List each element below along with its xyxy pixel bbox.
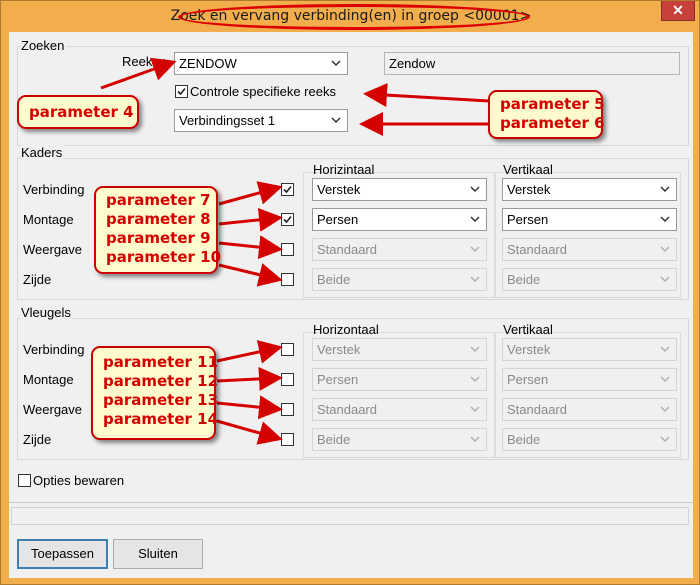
- dialog-window: Zoek en vervang verbinding(en) in groep …: [0, 0, 700, 585]
- arrow-parameter-7: [218, 181, 283, 206]
- callout-line: parameter 7: [106, 191, 211, 209]
- arrow-parameter-14: [216, 419, 283, 445]
- callout-line: parameter 12: [103, 372, 219, 390]
- callout-parameter-7-10: parameter 7 parameter 8 parameter 9 para…: [94, 186, 222, 274]
- arrow-parameter-10: [218, 263, 283, 287]
- callout-line: parameter 8: [106, 210, 211, 228]
- arrow-parameter-11: [216, 340, 283, 364]
- callout-line: parameter 4: [29, 103, 134, 121]
- callout-line: parameter 5: [500, 95, 605, 113]
- arrow-parameter-9: [218, 235, 283, 260]
- callout-line: parameter 6: [500, 114, 605, 132]
- annotation-arrows: [100, 57, 490, 445]
- arrow-parameter-5: [363, 83, 490, 108]
- callout-line: parameter 14: [103, 410, 219, 428]
- arrow-parameter-4: [100, 57, 177, 90]
- arrow-parameter-13: [216, 395, 283, 420]
- arrow-parameter-8: [218, 207, 283, 232]
- callout-parameter-5-6: parameter 5 parameter 6: [488, 90, 605, 139]
- callout-line: parameter 9: [106, 229, 211, 247]
- callout-line: parameter 10: [106, 248, 222, 266]
- arrow-parameter-12: [216, 366, 283, 391]
- callout-parameter-11-14: parameter 11 parameter 12 parameter 13 p…: [91, 346, 219, 440]
- callout-line: parameter 11: [103, 353, 219, 371]
- callout-parameter-4: parameter 4: [17, 95, 139, 129]
- callout-line: parameter 13: [103, 391, 219, 409]
